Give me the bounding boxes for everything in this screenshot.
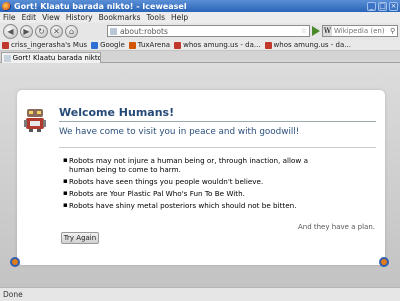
menubar: File Edit View History Bookmarks Tools H… xyxy=(0,12,400,23)
heading-divider xyxy=(59,121,376,122)
bookmark-item[interactable]: Google xyxy=(91,41,125,49)
list-item: Robots have shiny metal posteriors which… xyxy=(63,201,323,210)
page-subtitle: We have come to visit you in peace and w… xyxy=(59,127,300,137)
robot-laws-list: Robots may not injure a human being or, … xyxy=(63,156,323,213)
reload-icon[interactable]: ↻ xyxy=(35,25,48,38)
window-title: Gort! Klaatu barada nikto! - Iceweasel xyxy=(14,1,187,11)
tuxarena-favicon-icon xyxy=(128,41,136,49)
google-favicon-icon xyxy=(91,41,99,49)
list-item: Robots have seen things you people would… xyxy=(63,177,323,186)
tab-favicon-icon xyxy=(4,54,11,62)
menu-file[interactable]: File xyxy=(3,13,16,22)
menu-view[interactable]: View xyxy=(42,13,60,22)
bookmarks-toolbar: criss_ingerasha's Mus Google TuxArena wh… xyxy=(0,40,400,51)
bookmark-item[interactable]: whos amung.us - da... xyxy=(174,41,261,49)
menu-bookmarks[interactable]: Bookmarks xyxy=(99,13,141,22)
close-button[interactable]: × xyxy=(389,1,398,11)
tab-strip: Gort! Klaatu barada nikto! xyxy=(0,51,400,63)
bookmark-item[interactable]: TuxArena xyxy=(128,41,170,49)
page-content: Welcome Humans! We have come to visit yo… xyxy=(0,63,400,287)
bookmark-item[interactable]: criss_ingerasha's Mus xyxy=(2,41,87,49)
firefox-corner-right-icon xyxy=(379,257,389,267)
window-controls: _ □ × xyxy=(367,1,398,11)
go-arrow-icon[interactable] xyxy=(312,26,320,36)
robot-icon xyxy=(24,109,46,132)
page-favicon-icon xyxy=(110,27,117,35)
minimize-button[interactable]: _ xyxy=(367,1,376,11)
home-icon[interactable]: ⌂ xyxy=(65,25,78,38)
menu-history[interactable]: History xyxy=(66,13,93,22)
maximize-button[interactable]: □ xyxy=(378,1,387,11)
plan-note: And they have a plan. xyxy=(297,223,375,231)
firefox-corner-left-icon xyxy=(10,257,20,267)
bookmark-item[interactable]: whos amung.us - da... xyxy=(264,41,351,49)
stop-icon[interactable]: ✕ xyxy=(50,25,63,38)
list-item: Robots are Your Plastic Pal Who's Fun To… xyxy=(63,189,323,198)
iceweasel-logo-icon xyxy=(2,1,11,11)
bookmark-favicon-icon xyxy=(2,41,9,49)
address-bar[interactable]: about:robots ☆ xyxy=(107,25,310,37)
window-titlebar: Gort! Klaatu barada nikto! - Iceweasel _… xyxy=(0,0,400,12)
tab-active[interactable]: Gort! Klaatu barada nikto! xyxy=(1,52,101,63)
menu-help[interactable]: Help xyxy=(171,13,188,22)
forward-arrow-icon[interactable]: ▶ xyxy=(20,25,33,38)
tab-label: Gort! Klaatu barada nikto! xyxy=(12,54,100,62)
menu-tools[interactable]: Tools xyxy=(147,13,165,22)
search-input[interactable] xyxy=(334,27,390,35)
status-bar: Done xyxy=(0,287,400,301)
menu-edit[interactable]: Edit xyxy=(22,13,37,22)
whos-amung-us-favicon-icon xyxy=(264,41,272,49)
url-text[interactable]: about:robots xyxy=(120,27,301,36)
whos-amung-us-favicon-icon xyxy=(174,41,182,49)
page-title: Welcome Humans! xyxy=(59,106,175,119)
try-again-button[interactable]: Try Again xyxy=(61,232,99,244)
section-divider xyxy=(59,147,376,148)
bookmark-star-icon[interactable]: ☆ xyxy=(301,27,307,35)
navigation-toolbar: ◀ ▶ ↻ ✕ ⌂ about:robots ☆ W ⚲ xyxy=(0,23,400,40)
wikipedia-engine-icon[interactable]: W xyxy=(323,26,332,36)
search-icon[interactable]: ⚲ xyxy=(390,27,395,35)
list-item: Robots may not injure a human being or, … xyxy=(63,156,323,174)
back-arrow-icon[interactable]: ◀ xyxy=(3,24,18,39)
robots-card: Welcome Humans! We have come to visit yo… xyxy=(17,90,385,265)
status-text: Done xyxy=(3,290,23,299)
search-box[interactable]: W ⚲ xyxy=(322,25,398,37)
